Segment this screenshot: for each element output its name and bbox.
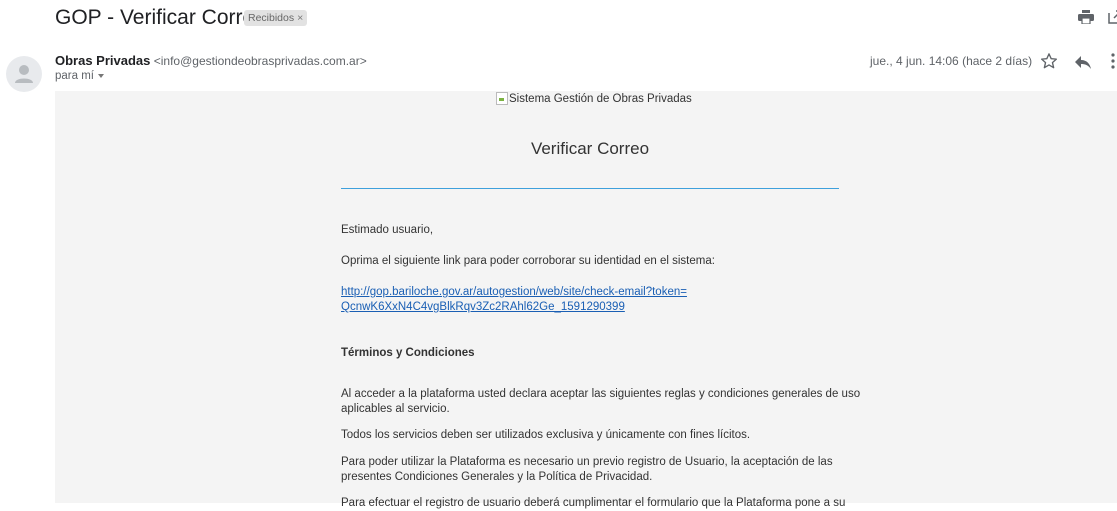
instruction-text: Oprima el siguiente link para poder corr… (341, 255, 715, 267)
popout-icon[interactable] (1108, 10, 1117, 24)
terms-paragraph-3-line1: Para poder utilizar la Plataforma es nec… (341, 456, 833, 468)
terms-heading: Términos y Condiciones (341, 347, 475, 359)
terms-paragraph-3-line2: presentes Condiciones Generales y la Pol… (341, 471, 653, 483)
sender-name[interactable]: Obras Privadas (55, 53, 150, 68)
sender-line: Obras Privadas <info@gestiondeobraspriva… (55, 53, 367, 68)
reply-icon[interactable] (1074, 54, 1092, 70)
email-subject: GOP - Verificar Correo (55, 6, 266, 29)
subject-row: GOP - Verificar Correo Recibidos × (0, 0, 1117, 36)
star-icon[interactable] (1040, 52, 1058, 70)
sender-avatar[interactable] (6, 56, 42, 92)
email-heading: Verificar Correo (530, 139, 650, 158)
greeting-text: Estimado usuario, (341, 224, 434, 236)
terms-paragraph-1-line2: aplicables al servicio. (341, 403, 450, 415)
label-remove-icon[interactable]: × (297, 12, 303, 24)
terms-paragraph-2: Todos los servicios deben ser utilizados… (341, 429, 751, 441)
recipient-label: para mí (55, 70, 94, 82)
verification-link-line2[interactable]: QcnwK6XxN4C4vgBlkRqv3Zc2RAhl62Ge_1591290… (341, 299, 625, 315)
heading-divider (341, 188, 839, 189)
more-vert-icon[interactable] (1110, 53, 1116, 69)
chevron-down-icon[interactable] (98, 73, 104, 78)
label-chip-inbox[interactable]: Recibidos × (244, 10, 308, 26)
verification-link-line1[interactable]: http://gop.bariloche.gov.ar/autogestion/… (341, 284, 687, 300)
recipient-dropdown[interactable]: para mí (55, 70, 104, 82)
broken-logo-image: Sistema Gestión de Obras Privadas (496, 92, 692, 105)
print-icon[interactable] (1078, 10, 1094, 24)
sender-email: <info@gestiondeobrasprivadas.com.ar> (153, 54, 367, 68)
terms-paragraph-4: Para efectuar el registro de usuario deb… (341, 497, 846, 509)
terms-paragraph-1-line1: Al acceder a la plataforma usted declara… (341, 388, 861, 400)
label-chip-text: Recibidos (248, 12, 295, 24)
email-date: jue., 4 jun. 14:06 (hace 2 días) (870, 54, 1033, 68)
logo-alt-text: Sistema Gestión de Obras Privadas (509, 92, 692, 105)
broken-image-icon (496, 92, 508, 105)
avatar-icon (15, 65, 33, 83)
